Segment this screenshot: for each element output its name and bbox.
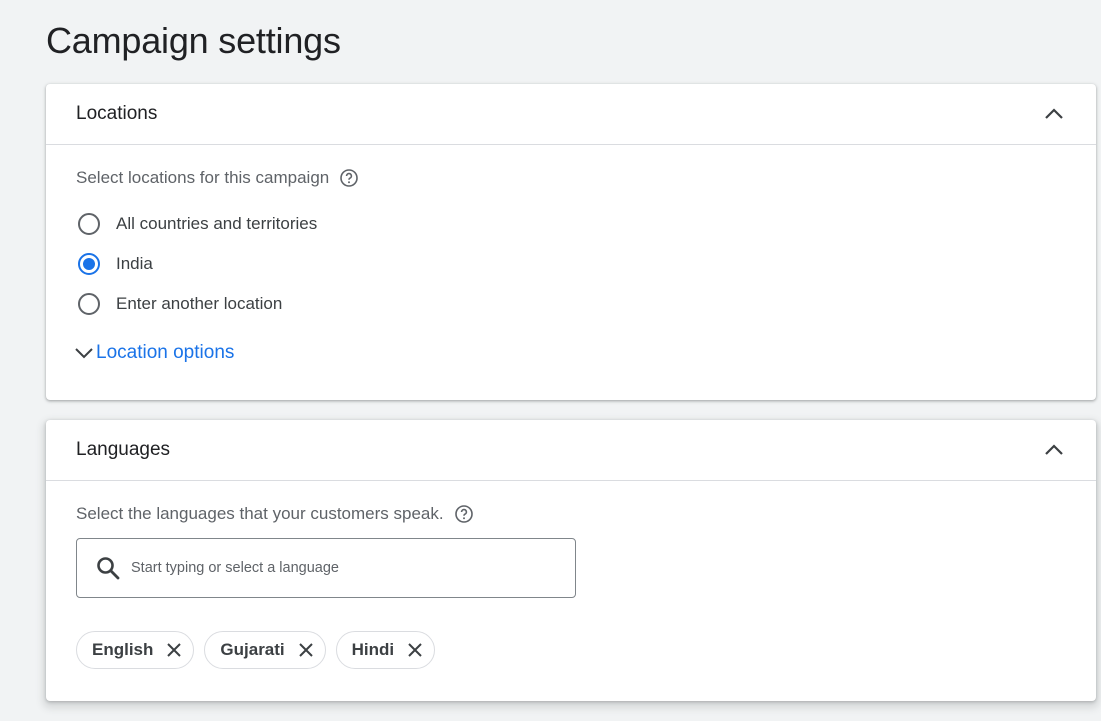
- chevron-up-icon[interactable]: [1042, 438, 1066, 462]
- close-icon[interactable]: [165, 641, 183, 659]
- radio-label: Enter another location: [116, 294, 283, 313]
- chip-english: English: [76, 631, 195, 669]
- location-options-label[interactable]: Location options: [96, 342, 234, 364]
- close-icon[interactable]: [406, 641, 424, 659]
- location-options-link[interactable]: Location options: [74, 342, 234, 364]
- radio-india[interactable]: India: [78, 253, 153, 275]
- chip-hindi: Hindi: [335, 631, 436, 669]
- chip-label: English: [92, 640, 154, 659]
- locations-title: Locations: [76, 103, 158, 124]
- chip-label: Hindi: [351, 640, 395, 659]
- search-icon: [97, 557, 120, 580]
- locations-description: Select locations for this campaign: [76, 168, 330, 187]
- languages-description-row: Select the languages that your customers…: [76, 504, 474, 524]
- chevron-down-icon: [75, 348, 93, 359]
- language-chips: English Gujarati Hindi: [76, 631, 436, 669]
- languages-header[interactable]: Languages: [46, 420, 1096, 481]
- languages-title: Languages: [76, 439, 171, 460]
- radio-label: India: [116, 254, 153, 273]
- locations-header[interactable]: Locations: [46, 84, 1096, 145]
- radio-all-countries[interactable]: All countries and territories: [78, 213, 317, 235]
- radio-button[interactable]: [78, 253, 100, 275]
- language-search-box[interactable]: [76, 538, 576, 598]
- radio-button[interactable]: [78, 293, 100, 315]
- radio-button[interactable]: [78, 213, 100, 235]
- radio-another-location[interactable]: Enter another location: [78, 293, 282, 315]
- locations-description-row: Select locations for this campaign: [76, 168, 359, 188]
- chip-label: Gujarati: [220, 640, 285, 659]
- close-icon[interactable]: [297, 641, 315, 659]
- help-icon[interactable]: [454, 504, 474, 524]
- languages-card: Languages Select the languages that your…: [46, 420, 1096, 701]
- chip-gujarati: Gujarati: [204, 631, 326, 669]
- chevron-up-icon[interactable]: [1042, 102, 1066, 126]
- radio-label: All countries and territories: [116, 214, 318, 233]
- page-title: Campaign settings: [46, 20, 341, 61]
- languages-description: Select the languages that your customers…: [76, 504, 444, 523]
- help-icon[interactable]: [339, 168, 359, 188]
- locations-card: Locations Select locations for this camp…: [46, 84, 1096, 400]
- language-search-input[interactable]: [129, 559, 553, 577]
